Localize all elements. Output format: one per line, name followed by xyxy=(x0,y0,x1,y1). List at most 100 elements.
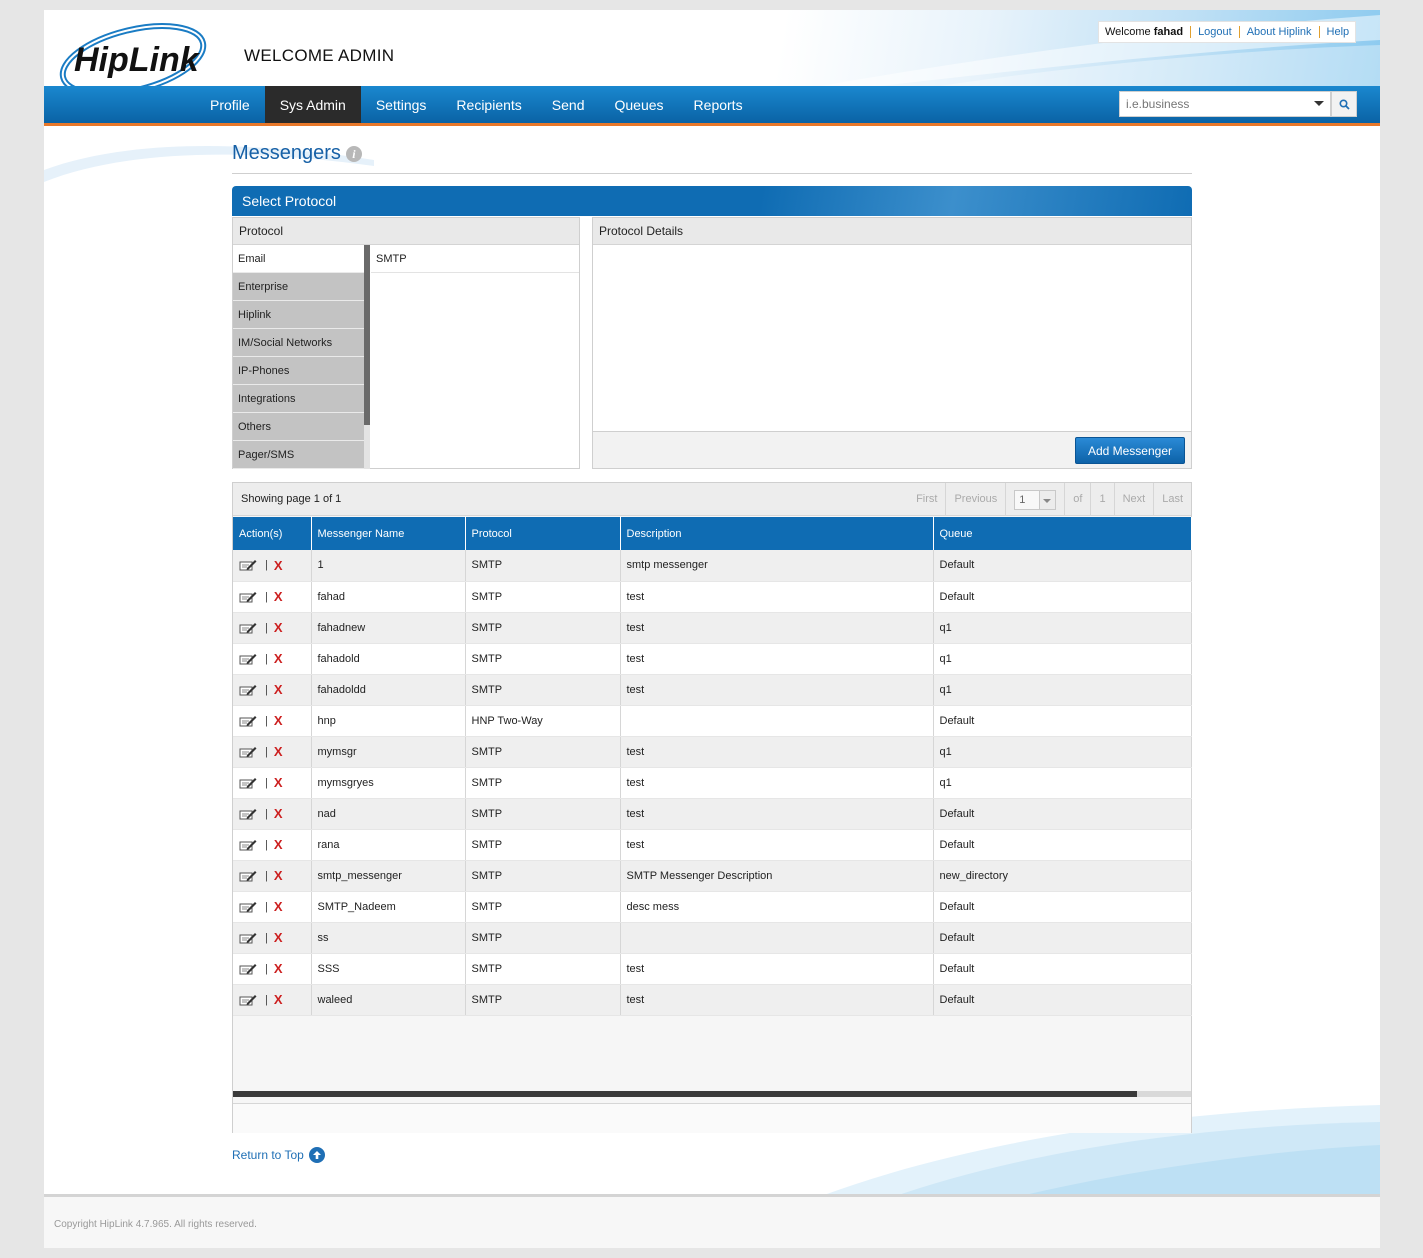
pager-first[interactable]: First xyxy=(908,483,945,516)
delete-icon[interactable]: X xyxy=(274,992,283,1007)
search-input[interactable] xyxy=(1120,92,1310,116)
add-messenger-button[interactable]: Add Messenger xyxy=(1074,437,1185,464)
delete-icon[interactable]: X xyxy=(274,775,283,790)
edit-icon[interactable] xyxy=(239,745,257,759)
table-row[interactable]: | X hnp HNP Two-Way Default xyxy=(233,705,1192,737)
edit-icon[interactable] xyxy=(239,869,257,883)
pager-last[interactable]: Last xyxy=(1153,483,1191,516)
delete-icon[interactable]: X xyxy=(274,744,283,759)
table-row[interactable]: | X mymsgryes SMTP test q1 xyxy=(233,767,1192,799)
edit-icon[interactable] xyxy=(239,900,257,914)
edit-icon[interactable] xyxy=(239,652,257,666)
category-integrations[interactable]: Integrations xyxy=(233,385,364,413)
column-description[interactable]: Description xyxy=(620,517,934,550)
search-button[interactable] xyxy=(1331,91,1357,117)
table-row[interactable]: | X smtp_messenger SMTP SMTP Messenger D… xyxy=(233,860,1192,892)
nav-send[interactable]: Send xyxy=(537,86,600,123)
nav-reports[interactable]: Reports xyxy=(679,86,758,123)
category-pager-sms[interactable]: Pager/SMS xyxy=(233,441,364,469)
delete-icon[interactable]: X xyxy=(274,682,283,697)
delete-icon[interactable]: X xyxy=(274,930,283,945)
edit-icon[interactable] xyxy=(239,558,257,572)
column-messenger-name[interactable]: Messenger Name xyxy=(311,517,466,550)
delete-icon[interactable]: X xyxy=(274,589,283,604)
edit-icon[interactable] xyxy=(239,838,257,852)
scrollbar-thumb[interactable] xyxy=(233,1091,1137,1097)
table-row[interactable]: | X 1 SMTP smtp messenger Default xyxy=(233,550,1192,582)
category-hiplink[interactable]: Hiplink xyxy=(233,301,364,329)
edit-icon[interactable] xyxy=(239,931,257,945)
logout-link[interactable]: Logout xyxy=(1198,26,1232,38)
table-row[interactable]: | X SMTP_Nadeem SMTP desc mess Default xyxy=(233,891,1192,923)
return-to-top-link[interactable]: Return to Top xyxy=(232,1147,325,1163)
edit-icon[interactable] xyxy=(239,714,257,728)
column-protocol[interactable]: Protocol xyxy=(465,517,621,550)
edit-icon[interactable] xyxy=(239,683,257,697)
table-body: | X 1 SMTP smtp messenger Default | X fa… xyxy=(233,550,1192,1016)
description-cell: smtp messenger xyxy=(620,550,934,582)
about-hiplink-link[interactable]: About Hiplink xyxy=(1247,26,1312,38)
delete-icon[interactable]: X xyxy=(274,620,283,635)
table-row[interactable]: | X SSS SMTP test Default xyxy=(233,953,1192,985)
edit-icon[interactable] xyxy=(239,993,257,1007)
table-row[interactable]: | X ss SMTP Default xyxy=(233,922,1192,954)
edit-icon[interactable] xyxy=(239,621,257,635)
table-row[interactable]: | X fahad SMTP test Default xyxy=(233,581,1192,613)
protocol-cell: SMTP xyxy=(465,829,621,861)
queue-cell: Default xyxy=(933,798,1192,830)
category-email[interactable]: Email xyxy=(233,245,364,273)
delete-icon[interactable]: X xyxy=(274,806,283,821)
table-row[interactable]: | X fahadold SMTP test q1 xyxy=(233,643,1192,675)
nav-profile[interactable]: Profile xyxy=(195,86,265,123)
protocol-item-smtp[interactable]: SMTP xyxy=(371,245,579,273)
delete-icon[interactable]: X xyxy=(274,558,283,573)
queue-cell: new_directory xyxy=(933,860,1192,892)
queue-cell: q1 xyxy=(933,643,1192,675)
action-separator: | xyxy=(265,993,268,1006)
category-others[interactable]: Others xyxy=(233,413,364,441)
description-cell: test xyxy=(620,643,934,675)
categories-scrollbar[interactable] xyxy=(364,245,370,469)
column-actions[interactable]: Action(s) xyxy=(233,517,312,550)
edit-icon[interactable] xyxy=(239,590,257,604)
help-link[interactable]: Help xyxy=(1327,26,1350,38)
pager-total: 1 xyxy=(1090,483,1113,516)
delete-icon[interactable]: X xyxy=(274,837,283,852)
nav-settings[interactable]: Settings xyxy=(361,86,442,123)
column-queue[interactable]: Queue xyxy=(933,517,1192,550)
chevron-down-icon[interactable] xyxy=(1314,101,1324,106)
nav-sys-admin[interactable]: Sys Admin xyxy=(264,86,361,123)
welcome-admin-heading: WELCOME ADMIN xyxy=(244,46,395,65)
search-box xyxy=(1119,91,1331,117)
delete-icon[interactable]: X xyxy=(274,713,283,728)
table-row[interactable]: | X mymsgr SMTP test q1 xyxy=(233,736,1192,768)
category-im-social-networks[interactable]: IM/Social Networks xyxy=(233,329,364,357)
table-row[interactable]: | X nad SMTP test Default xyxy=(233,798,1192,830)
table-row[interactable]: | X fahadnew SMTP test q1 xyxy=(233,612,1192,644)
delete-icon[interactable]: X xyxy=(274,899,283,914)
actions-cell: | X xyxy=(233,643,312,675)
scrollbar-thumb[interactable] xyxy=(364,245,370,425)
table-row[interactable]: | X waleed SMTP test Default xyxy=(233,984,1192,1016)
messenger-name-cell: mymsgryes xyxy=(311,767,466,799)
pager-next[interactable]: Next xyxy=(1113,483,1154,516)
table-row[interactable]: | X fahadoldd SMTP test q1 xyxy=(233,674,1192,706)
edit-icon[interactable] xyxy=(239,776,257,790)
page-select[interactable]: 1 xyxy=(1014,489,1057,510)
grid-horizontal-scrollbar[interactable] xyxy=(233,1091,1191,1097)
edit-icon[interactable] xyxy=(239,962,257,976)
protocol-cell: SMTP xyxy=(465,550,621,582)
nav-queues[interactable]: Queues xyxy=(600,86,679,123)
delete-icon[interactable]: X xyxy=(274,868,283,883)
pager-previous[interactable]: Previous xyxy=(945,483,1005,516)
row-actions: | X xyxy=(239,589,311,604)
delete-icon[interactable]: X xyxy=(274,651,283,666)
table-row[interactable]: | X rana SMTP test Default xyxy=(233,829,1192,861)
info-icon[interactable]: i xyxy=(345,145,362,162)
nav-recipients[interactable]: Recipients xyxy=(441,86,536,123)
page-title-text: Messengers xyxy=(232,142,341,164)
edit-icon[interactable] xyxy=(239,807,257,821)
delete-icon[interactable]: X xyxy=(274,961,283,976)
category-ip-phones[interactable]: IP-Phones xyxy=(233,357,364,385)
category-enterprise[interactable]: Enterprise xyxy=(233,273,364,301)
